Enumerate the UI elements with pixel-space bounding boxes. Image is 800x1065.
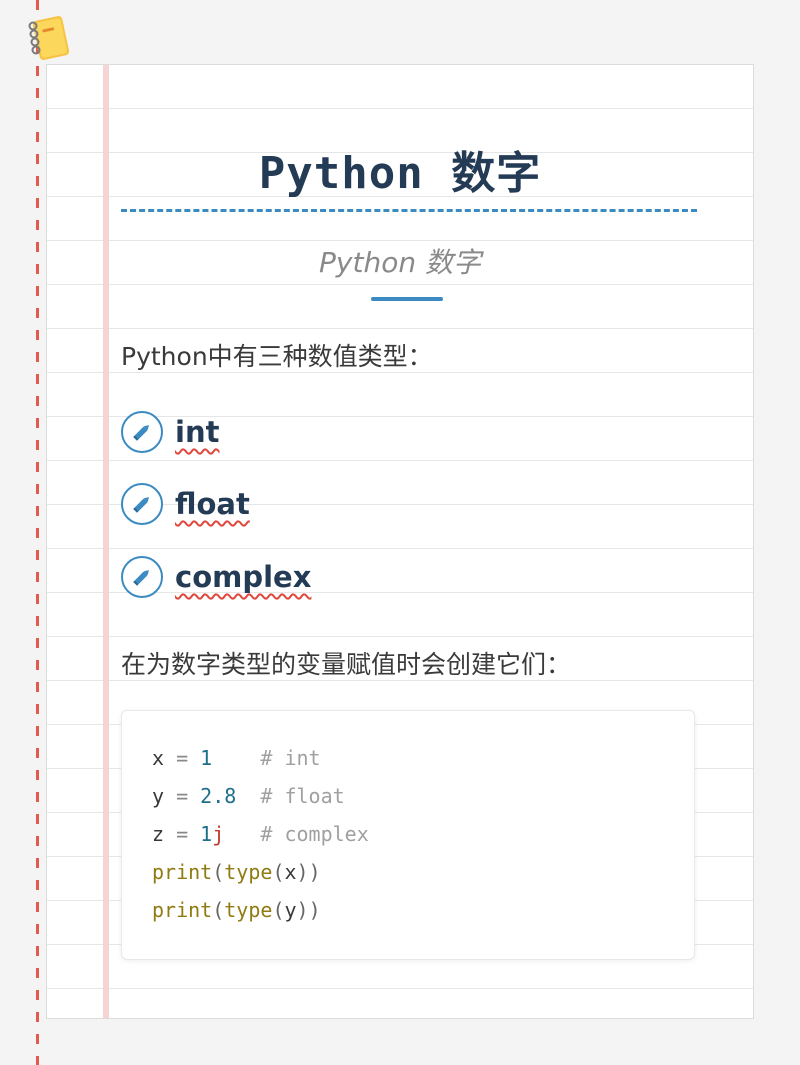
page-margin-rule xyxy=(103,65,109,1018)
intro-text: Python中有三种数值类型： xyxy=(121,342,433,371)
title-divider xyxy=(121,209,697,212)
subtitle-divider xyxy=(371,297,443,301)
list-item: int xyxy=(121,411,219,453)
code-block: x = 1 # int y = 2.8 # float z = 1j # com… xyxy=(121,710,695,960)
list-item: float xyxy=(121,483,250,525)
code-line: z = 1j # complex xyxy=(152,822,369,846)
type-label-float: float xyxy=(175,487,250,521)
notepad-icon xyxy=(28,16,70,60)
code-line: x = 1 # int xyxy=(152,746,321,770)
page-subtitle: Python 数字 xyxy=(319,246,481,279)
assign-intro-text: 在为数字类型的变量赋值时会创建它们： xyxy=(121,650,572,679)
code-line: print(type(x)) xyxy=(152,860,321,884)
pencil-icon xyxy=(121,411,163,453)
type-label-complex: complex xyxy=(175,560,312,594)
pencil-icon xyxy=(121,556,163,598)
list-item: complex xyxy=(121,556,311,598)
code-line: y = 2.8 # float xyxy=(152,784,345,808)
page-title: Python 数字 xyxy=(258,148,542,199)
margin-dashed-line xyxy=(36,0,39,1065)
code-line: print(type(y)) xyxy=(152,898,321,922)
type-label-int: int xyxy=(175,415,220,449)
pencil-icon xyxy=(121,483,163,525)
notebook-page: Python 数字 Python 数字 Python中有三种数值类型： int … xyxy=(46,64,754,1019)
